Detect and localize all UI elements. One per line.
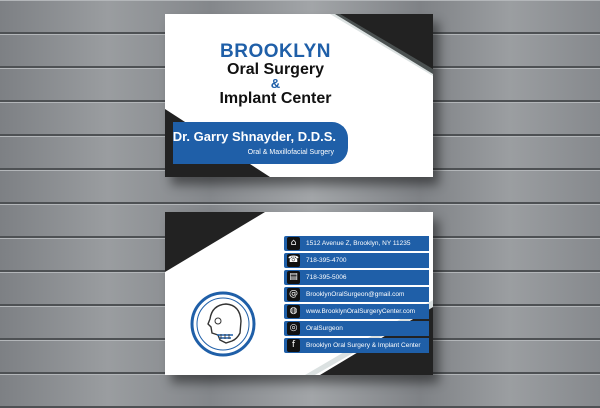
- website-text: www.BrooklynOralSurgeryCenter.com: [306, 308, 416, 315]
- facebook-icon: f: [287, 339, 300, 352]
- title-line-3: Implant Center: [219, 90, 332, 107]
- fax-text: 718-395-5006: [306, 274, 347, 281]
- email-text: BrooklynOralSurgeon@gmail.com: [306, 291, 405, 298]
- contact-phone: ☎ 718-395-4700: [284, 253, 429, 268]
- email-icon: @: [287, 288, 300, 301]
- facebook-text: Brooklyn Oral Surgery & Implant Center: [306, 342, 421, 349]
- title-ampersand: &: [270, 76, 281, 91]
- phone-text: 718-395-4700: [306, 257, 347, 264]
- contact-address: ⌂ 1512 Avenue Z, Brooklyn, NY 11235: [284, 236, 429, 251]
- contact-email: @ BrooklynOralSurgeon@gmail.com: [284, 287, 429, 302]
- doctor-name: Dr. Garry Shnayder, D.D.S.: [172, 129, 336, 144]
- business-card-back: ⌂ 1512 Avenue Z, Brooklyn, NY 11235 ☎ 71…: [165, 212, 433, 375]
- phone-icon: ☎: [287, 254, 300, 267]
- doctor-name-banner: Dr. Garry Shnayder, D.D.S. Oral & Maxill…: [173, 122, 348, 164]
- business-card-front: BROOKLYN Oral Surgery & Implant Center D…: [165, 14, 433, 177]
- contact-facebook: f Brooklyn Oral Surgery & Implant Center: [284, 338, 429, 353]
- contact-website: ◍ www.BrooklynOralSurgeryCenter.com: [284, 304, 429, 319]
- contact-list: ⌂ 1512 Avenue Z, Brooklyn, NY 11235 ☎ 71…: [284, 236, 429, 355]
- fax-icon: ▤: [287, 271, 300, 284]
- contact-fax: ▤ 718-395-5006: [284, 270, 429, 285]
- skull-profile-logo: [190, 291, 256, 357]
- specialty: Oral & Maxillofacial Surgery: [247, 149, 334, 156]
- practice-title: BROOKLYN Oral Surgery & Implant Center: [193, 42, 358, 107]
- title-line-1: BROOKLYN: [220, 41, 331, 62]
- home-icon: ⌂: [287, 237, 300, 250]
- address-text: 1512 Avenue Z, Brooklyn, NY 11235: [306, 240, 411, 247]
- instagram-icon: ◎: [287, 322, 300, 335]
- instagram-text: OralSurgeon: [306, 325, 343, 332]
- contact-instagram: ◎ OralSurgeon: [284, 321, 429, 336]
- globe-icon: ◍: [287, 305, 300, 318]
